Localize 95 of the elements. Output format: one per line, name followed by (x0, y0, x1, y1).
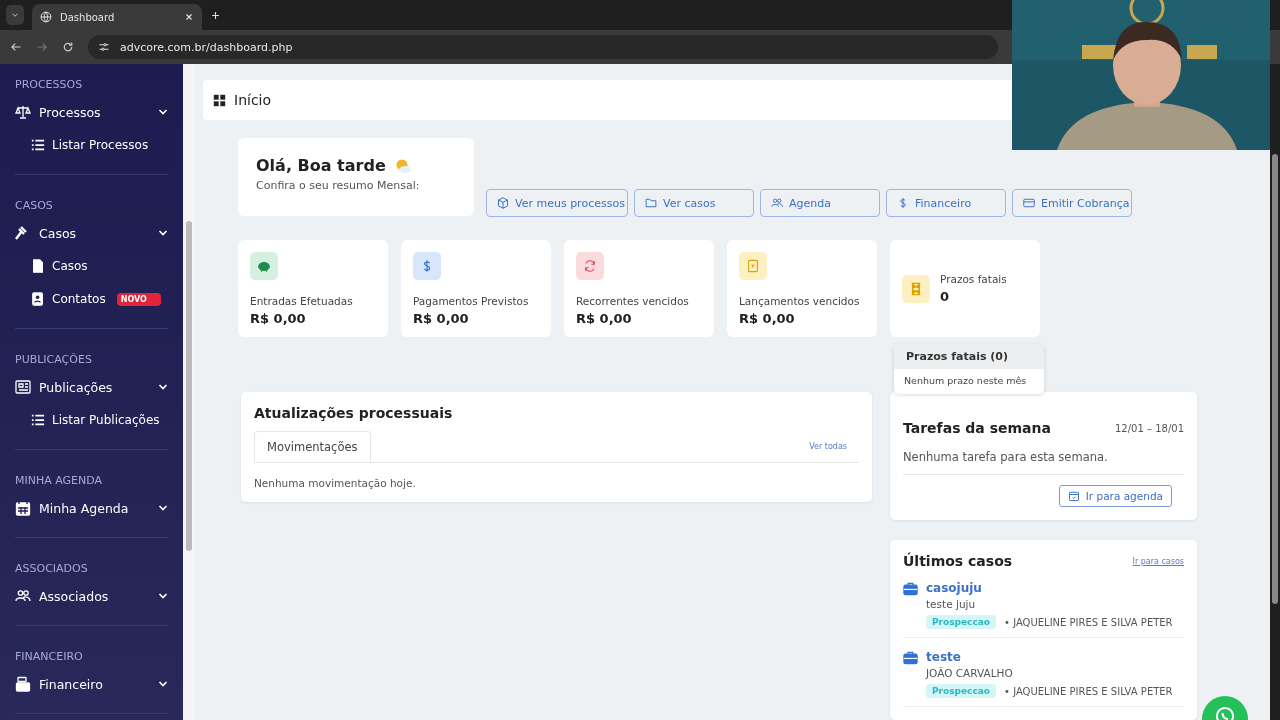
calendar-icon (1067, 490, 1080, 502)
globe-icon (40, 11, 52, 23)
chevron-down-icon (158, 107, 168, 117)
greeting-title: Olá, Boa tarde (256, 156, 386, 175)
case-responsible: • JAQUELINE PIRES E SILVA PETER (1004, 685, 1173, 697)
cash-register-icon (15, 676, 31, 692)
folder-icon (645, 197, 657, 209)
stat-label: Pagamentos Previstos (413, 295, 530, 307)
phone-icon (1215, 706, 1235, 720)
section-heading: CASOS (15, 199, 54, 212)
tab[interactable]: Movimentações (254, 431, 371, 462)
site-settings-icon (98, 41, 110, 53)
box-icon (497, 197, 509, 209)
menu-item[interactable]: Processos (15, 101, 168, 123)
submenu-item[interactable]: Casos (15, 255, 168, 277)
status-tag: Prospeccao (926, 615, 997, 629)
card-title: Tarefas da semana (903, 420, 1051, 436)
card-title: Últimos casos (903, 553, 1013, 569)
empty-message: Nenhuma movimentação hoje. (254, 477, 417, 489)
calendar-icon (15, 500, 31, 516)
scrollbar[interactable] (1270, 64, 1280, 720)
stat-label: Entradas Efetuadas (250, 295, 354, 307)
card-title: Atualizações processuais (254, 405, 454, 421)
section-heading: FINANCEIRO (15, 650, 84, 663)
note-icon (746, 259, 760, 273)
section-heading: MINHA AGENDA (15, 474, 104, 487)
file-icon (31, 259, 45, 273)
browser-tab[interactable]: Dashboard (32, 4, 202, 30)
reload-icon (62, 41, 74, 53)
action-button[interactable]: Ver casos (634, 189, 754, 217)
newspaper-icon (15, 379, 31, 395)
action-button[interactable]: Emitir Cobrança (1012, 189, 1132, 217)
stat-value: R$ 0,00 (413, 311, 470, 326)
users-icon (15, 588, 31, 604)
close-icon (184, 12, 194, 22)
list-icon (31, 413, 45, 427)
case-client: teste juju (926, 598, 977, 610)
menu-item[interactable]: Casos (15, 222, 168, 244)
plus-icon (210, 10, 221, 21)
chevron-down-icon (158, 679, 168, 689)
status-tag: Prospeccao (926, 684, 997, 698)
tab-menu-button[interactable] (6, 5, 24, 25)
action-button[interactable]: Agenda (760, 189, 880, 217)
piggy-bank-icon (257, 259, 271, 273)
stat-label: Lançamentos vencidos (739, 295, 861, 307)
date-range: 12/01 – 18/01 (1115, 422, 1184, 434)
section-heading: ASSOCIADOS (15, 562, 89, 575)
menu-item[interactable]: Publicações (15, 376, 168, 398)
submenu-item[interactable]: Listar Publicações (15, 409, 168, 431)
case-responsible: • JAQUELINE PIRES E SILVA PETER (1004, 616, 1173, 628)
page-title: Início (234, 92, 272, 108)
back-icon (10, 41, 22, 53)
agenda-button[interactable]: Ir para agenda (1058, 485, 1172, 507)
stat-value: R$ 0,00 (739, 311, 796, 326)
stat-label: Prazos fatais (940, 273, 1007, 285)
grid-icon (213, 93, 226, 107)
scrollbar[interactable] (183, 64, 195, 720)
refresh-icon (583, 259, 597, 273)
chevron-down-icon (158, 228, 168, 238)
submenu-item[interactable]: Listar Processos (15, 134, 168, 156)
section-heading: PROCESSOS (15, 78, 84, 91)
chevron-down-icon (158, 503, 168, 513)
empty-message: Nenhuma tarefa para esta semana. (903, 450, 1184, 475)
action-button[interactable]: Financeiro (886, 189, 1006, 217)
case-link[interactable]: casojuju (926, 581, 1173, 595)
chevron-down-icon (158, 382, 168, 392)
list-icon (31, 138, 45, 152)
case-link[interactable]: teste (926, 650, 1173, 664)
case-client: JOÃO CARVALHO (926, 667, 1014, 679)
stat-value: 0 (940, 289, 951, 304)
users-icon (771, 197, 783, 209)
dollar-icon (897, 197, 909, 209)
greeting-subtitle: Confira o seu resumo Mensal: (256, 179, 421, 192)
stat-value: R$ 0,00 (250, 311, 307, 326)
forward-icon (36, 41, 48, 53)
chevron-down-icon (158, 591, 168, 601)
stat-label: Recorrentes vencidos (576, 295, 690, 307)
section-heading: PUBLICAÇÕES (15, 353, 93, 366)
menu-item[interactable]: Minha Agenda (15, 497, 168, 519)
popover-text: Nenhum prazo neste mês (903, 374, 1028, 388)
contact-card-icon (31, 292, 45, 306)
popover-title: Prazos fatais (0) (894, 344, 1044, 369)
menu-item[interactable]: Associados (15, 585, 168, 607)
briefcase-icon (903, 581, 918, 596)
view-all-link[interactable]: Ver todas (809, 442, 847, 451)
action-button[interactable]: Ver meus processos (486, 189, 628, 217)
credit-card-icon (1023, 197, 1035, 209)
hourglass-icon (909, 281, 923, 296)
view-cases-link[interactable]: Ir para casos (1132, 556, 1184, 566)
menu-item[interactable]: Financeiro (15, 673, 168, 695)
stat-value: R$ 0,00 (576, 311, 633, 326)
briefcase-icon (903, 650, 918, 665)
address-bar[interactable]: advcore.com.br/dashboard.php (88, 35, 998, 59)
submenu-item[interactable]: Contatos NOVO (15, 288, 168, 310)
scales-icon (15, 104, 31, 120)
